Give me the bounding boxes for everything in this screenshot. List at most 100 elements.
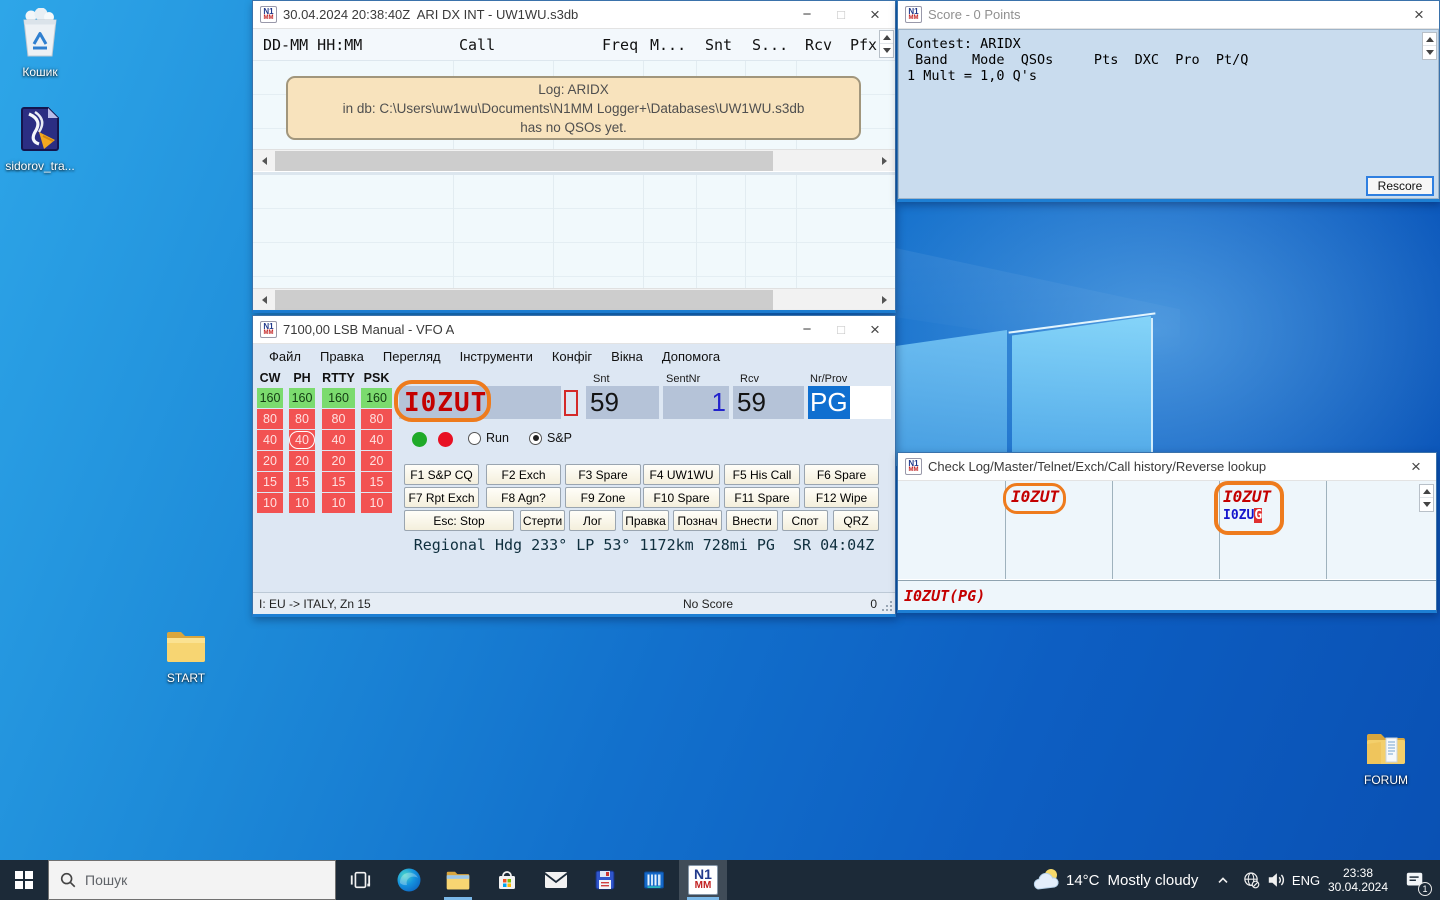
f1-button[interactable]: F1 S&P CQ: [404, 464, 479, 485]
close-button[interactable]: ×: [859, 1, 891, 28]
band-button-cw-40[interactable]: 40: [257, 430, 283, 450]
desktop-icon-recycle-bin[interactable]: Кошик: [1, 8, 79, 79]
band-button-psk-40[interactable]: 40: [361, 430, 392, 450]
desktop-icon-start-folder[interactable]: START: [147, 628, 225, 685]
weather-widget-icon-area[interactable]: [1028, 860, 1064, 900]
f8-button[interactable]: F8 Agn?: [486, 487, 561, 508]
band-button-psk-15[interactable]: 15: [361, 472, 392, 492]
scrollbar-thumb[interactable]: [275, 151, 773, 171]
band-button-ph-160[interactable]: 160: [289, 388, 315, 408]
clock-widget[interactable]: 23:38 30.04.2024: [1322, 860, 1394, 900]
log-button[interactable]: Лог: [569, 510, 616, 531]
band-button-ph-15[interactable]: 15: [289, 472, 315, 492]
desktop-icon-forum-folder[interactable]: FORUM: [1347, 730, 1425, 787]
close-button[interactable]: ×: [859, 316, 891, 343]
band-button-cw-80[interactable]: 80: [257, 409, 283, 429]
scrollbar-thumb[interactable]: [275, 290, 773, 310]
band-button-psk-10[interactable]: 10: [361, 493, 392, 513]
band-button-cw-10[interactable]: 10: [257, 493, 283, 513]
spot-button[interactable]: Спот: [782, 510, 828, 531]
edit-button[interactable]: Правка: [622, 510, 669, 531]
run-radio[interactable]: Run: [468, 431, 509, 445]
esc-stop-button[interactable]: Esc: Stop: [404, 510, 514, 531]
band-button-rtty-10[interactable]: 10: [322, 493, 355, 513]
band-button-cw-20[interactable]: 20: [257, 451, 283, 471]
spin-down-icon[interactable]: [880, 44, 893, 57]
spin-down-icon[interactable]: [1420, 498, 1433, 511]
close-button[interactable]: ×: [1403, 1, 1435, 28]
tray-chevron-button[interactable]: [1210, 860, 1236, 900]
spin-down-icon[interactable]: [1423, 46, 1436, 59]
score-spinner[interactable]: [1422, 32, 1437, 60]
menu-edit[interactable]: Правка: [320, 349, 364, 364]
maximize-button[interactable]: □: [825, 1, 857, 28]
band-button-ph-10[interactable]: 10: [289, 493, 315, 513]
spin-up-icon[interactable]: [880, 31, 893, 44]
log-scrollbar-upper[interactable]: [253, 149, 895, 171]
task-view-button[interactable]: [336, 860, 384, 900]
network-tray-button[interactable]: [1238, 860, 1264, 900]
volume-tray-button[interactable]: [1262, 860, 1290, 900]
spin-up-icon[interactable]: [1423, 33, 1436, 46]
taskbar-search[interactable]: [48, 860, 336, 900]
check-spinner[interactable]: [1419, 484, 1434, 512]
start-button[interactable]: [0, 860, 48, 900]
file-explorer-button[interactable]: [434, 860, 482, 900]
log-pane-lower[interactable]: [253, 175, 895, 288]
menu-view[interactable]: Перегляд: [383, 349, 441, 364]
resize-grip[interactable]: [890, 609, 892, 611]
band-button-cw-15[interactable]: 15: [257, 472, 283, 492]
f2-button[interactable]: F2 Exch: [486, 464, 561, 485]
band-button-psk-20[interactable]: 20: [361, 451, 392, 471]
score-window-titlebar[interactable]: N1MM Score - 0 Points: [898, 1, 1439, 29]
notification-center-button[interactable]: 1: [1396, 860, 1434, 900]
qrz-button[interactable]: QRZ: [833, 510, 879, 531]
mark-button[interactable]: Познач: [673, 510, 722, 531]
scroll-right-icon[interactable]: [873, 150, 895, 172]
f9-button[interactable]: F9 Zone: [565, 487, 641, 508]
search-input[interactable]: [85, 872, 305, 888]
menu-windows[interactable]: Вікна: [611, 349, 643, 364]
check-window-titlebar[interactable]: N1MM Check Log/Master/Telnet/Exch/Call h…: [898, 453, 1436, 481]
f10-button[interactable]: F10 Spare: [643, 487, 720, 508]
f5-button[interactable]: F5 His Call: [724, 464, 800, 485]
menu-help[interactable]: Допомога: [662, 349, 720, 364]
scroll-right-icon[interactable]: [873, 289, 895, 311]
sp-radio[interactable]: S&P: [529, 431, 572, 445]
band-button-rtty-40[interactable]: 40: [322, 430, 355, 450]
minimize-button[interactable]: −: [791, 316, 823, 343]
f12-button[interactable]: F12 Wipe: [804, 487, 879, 508]
f7-button[interactable]: F7 Rpt Exch: [404, 487, 479, 508]
close-button[interactable]: ×: [1400, 453, 1432, 480]
nrprov-field[interactable]: PG: [808, 386, 891, 419]
band-button-ph-20[interactable]: 20: [289, 451, 315, 471]
scroll-left-icon[interactable]: [253, 289, 275, 311]
edge-browser-button[interactable]: [385, 860, 433, 900]
floppy-app-button[interactable]: [581, 860, 629, 900]
band-button-rtty-160[interactable]: 160: [322, 388, 355, 408]
f11-button[interactable]: F11 Spare: [724, 487, 800, 508]
menu-config[interactable]: Конфіг: [552, 349, 592, 364]
band-button-rtty-80[interactable]: 80: [322, 409, 355, 429]
language-indicator[interactable]: ENG: [1290, 860, 1322, 900]
rcv-field[interactable]: 59: [733, 386, 804, 419]
weather-widget[interactable]: 14°C Mostly cloudy: [1066, 860, 1206, 900]
band-button-ph-40-selected[interactable]: 40: [289, 430, 315, 450]
band-button-rtty-15[interactable]: 15: [322, 472, 355, 492]
archive-app-button[interactable]: [630, 860, 678, 900]
f3-button[interactable]: F3 Spare: [565, 464, 641, 485]
minimize-button[interactable]: −: [791, 1, 823, 28]
store-button[interactable]: Внести: [726, 510, 778, 531]
mail-button[interactable]: [532, 860, 580, 900]
f6-button[interactable]: F6 Spare: [804, 464, 879, 485]
wipe-button[interactable]: Стерти: [520, 510, 565, 531]
band-button-psk-160[interactable]: 160: [361, 388, 392, 408]
f4-button[interactable]: F4 UW1WU: [643, 464, 720, 485]
maximize-button[interactable]: □: [825, 316, 857, 343]
band-button-rtty-20[interactable]: 20: [322, 451, 355, 471]
menu-tools[interactable]: Інструменти: [460, 349, 533, 364]
desktop-icon-file-sidorov[interactable]: sidorov_tra...: [1, 104, 79, 173]
menu-file[interactable]: Файл: [269, 349, 301, 364]
band-button-psk-80[interactable]: 80: [361, 409, 392, 429]
band-button-cw-160[interactable]: 160: [257, 388, 283, 408]
